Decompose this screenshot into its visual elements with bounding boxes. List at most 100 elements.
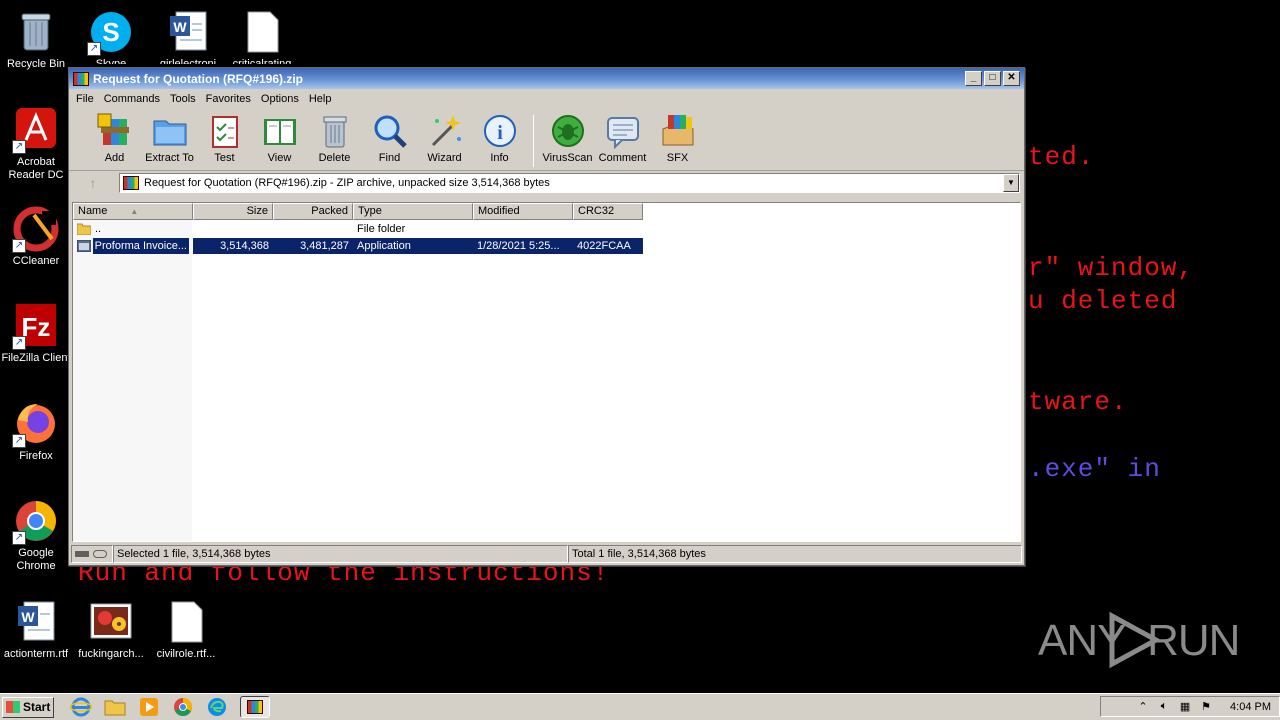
desktop-icon-girlelectroni[interactable]: W girlelectroni bbox=[150, 8, 226, 64]
table-row-parent[interactable]: .. File folder bbox=[73, 221, 643, 237]
network-icon[interactable]: ▦ bbox=[1178, 700, 1192, 714]
wizard-button[interactable]: Wizard bbox=[417, 113, 472, 164]
file-list[interactable]: Name ▲ Size Packed Type Modified CRC32 .… bbox=[72, 202, 1021, 542]
chrome-taskbar-icon[interactable] bbox=[172, 696, 194, 718]
desktop-icon-label: criticalrating bbox=[232, 58, 292, 64]
winrar-icon bbox=[73, 71, 89, 86]
chevron-down-icon: ▼ bbox=[1007, 178, 1015, 187]
menu-help[interactable]: Help bbox=[304, 93, 337, 105]
anyrun-watermark: ANY RUN bbox=[1036, 610, 1240, 670]
desktop-icon-criticalrating[interactable]: criticalrating bbox=[224, 8, 300, 64]
table-row-selected[interactable]: Proforma Invoice... 3,514,368 3,481,287 … bbox=[73, 238, 643, 254]
desktop-icon-acrobat[interactable]: ↗ Acrobat Reader DC bbox=[0, 106, 74, 182]
desktop-icon-skype[interactable]: S ↗ Skype bbox=[73, 8, 149, 64]
cell-packed bbox=[273, 221, 353, 237]
comment-button[interactable]: Comment bbox=[595, 113, 650, 164]
menu-bar: File Commands Tools Favorites Options He… bbox=[69, 89, 1024, 109]
test-label: Test bbox=[214, 152, 235, 164]
delete-trash-icon bbox=[317, 113, 353, 149]
desktop-icon-label: girlelectroni bbox=[159, 58, 217, 64]
cell-size bbox=[193, 221, 273, 237]
winrar-archive-icon bbox=[123, 176, 139, 190]
volume-icon[interactable]: 🔈︎ bbox=[1157, 700, 1171, 714]
blank-file-icon bbox=[238, 8, 286, 56]
test-button[interactable]: Test bbox=[197, 113, 252, 164]
desktop-icon-filezilla[interactable]: Fz ↗ FileZilla Client bbox=[0, 302, 74, 365]
winrar-taskbar-button[interactable] bbox=[240, 696, 270, 718]
shortcut-arrow-icon: ↗ bbox=[12, 434, 26, 448]
add-label: Add bbox=[104, 152, 125, 164]
winrar-icon bbox=[247, 700, 263, 714]
menu-favorites[interactable]: Favorites bbox=[201, 93, 256, 105]
start-button[interactable]: Start bbox=[2, 696, 54, 718]
clock[interactable]: 4:04 PM bbox=[1230, 701, 1271, 713]
cell-name-text: .. bbox=[95, 223, 102, 235]
desktop-icon-chrome[interactable]: ↗ Google Chrome bbox=[0, 497, 74, 573]
extract-to-button[interactable]: Extract To bbox=[142, 113, 197, 164]
tray-expand-icon[interactable]: ⌃ bbox=[1136, 700, 1150, 714]
column-name-label: Name bbox=[78, 205, 108, 217]
test-checklist-icon bbox=[207, 113, 243, 149]
word-document-icon: W bbox=[12, 598, 60, 646]
delete-button[interactable]: Delete bbox=[307, 113, 362, 164]
menu-options[interactable]: Options bbox=[256, 93, 304, 105]
extract-folder-icon bbox=[152, 113, 188, 149]
shortcut-arrow-icon: ↗ bbox=[12, 336, 26, 350]
filezilla-icon: Fz ↗ bbox=[12, 302, 60, 350]
menu-file[interactable]: File bbox=[71, 93, 99, 105]
info-button[interactable]: i Info bbox=[472, 113, 527, 164]
path-dropdown-button[interactable]: ▼ bbox=[1003, 174, 1019, 192]
svg-text:i: i bbox=[497, 122, 503, 144]
desktop-icon-civilrole[interactable]: civilrole.rtf... bbox=[148, 598, 224, 661]
desktop-icon-label: Skype bbox=[95, 58, 127, 64]
column-header-packed[interactable]: Packed bbox=[273, 203, 353, 220]
watermark-text: ANY RUN bbox=[1038, 616, 1240, 665]
cell-modified bbox=[473, 221, 573, 237]
media-player-icon[interactable] bbox=[138, 696, 160, 718]
cell-name: .. bbox=[73, 221, 193, 237]
winrar-window[interactable]: Request for Quotation (RFQ#196).zip _ □ … bbox=[68, 67, 1025, 566]
word-document-icon: W bbox=[164, 8, 212, 56]
ie-icon[interactable] bbox=[69, 696, 93, 718]
menu-tools[interactable]: Tools bbox=[165, 93, 201, 105]
application-icon bbox=[77, 240, 91, 252]
desktop-icon-recycle-bin[interactable]: Recycle Bin bbox=[0, 8, 74, 71]
minimize-button[interactable]: _ bbox=[965, 71, 982, 86]
add-button[interactable]: Add bbox=[87, 113, 142, 164]
desktop-icon-actionterm[interactable]: W actionterm.rtf bbox=[0, 598, 74, 661]
image-file-icon bbox=[87, 598, 135, 646]
explorer-icon[interactable] bbox=[104, 696, 126, 718]
arrow-up-icon: ↑ bbox=[89, 175, 97, 191]
flag-icon[interactable]: ⚑ bbox=[1199, 700, 1213, 714]
close-button[interactable]: ✕ bbox=[1003, 71, 1020, 86]
column-header-type[interactable]: Type bbox=[353, 203, 473, 220]
virusscan-button[interactable]: VirusScan bbox=[540, 113, 595, 164]
background-text-5: .exe" in bbox=[1028, 454, 1161, 484]
column-header-size[interactable]: Size bbox=[193, 203, 273, 220]
title-bar[interactable]: Request for Quotation (RFQ#196).zip _ □ … bbox=[69, 68, 1024, 89]
find-button[interactable]: Find bbox=[362, 113, 417, 164]
desktop-icon-label: Recycle Bin bbox=[6, 58, 66, 70]
recycle-bin-icon bbox=[12, 8, 60, 56]
menu-commands[interactable]: Commands bbox=[99, 93, 165, 105]
desktop-icon-firefox[interactable]: ↗ Firefox bbox=[0, 400, 74, 463]
up-one-level-button[interactable]: ↑ bbox=[73, 173, 113, 193]
wizard-label: Wizard bbox=[427, 152, 462, 164]
column-header-crc32[interactable]: CRC32 bbox=[573, 203, 643, 220]
list-header: Name ▲ Size Packed Type Modified CRC32 bbox=[73, 203, 643, 220]
shortcut-arrow-icon: ↗ bbox=[87, 42, 101, 56]
archive-path-field[interactable]: Request for Quotation (RFQ#196).zip - ZI… bbox=[119, 173, 1020, 193]
taskbar: Start ⌃ 🔈︎ ▦ ⚑ 4:04 PM bbox=[0, 693, 1280, 720]
desktop-icon-fuckingarch[interactable]: fuckingarch... bbox=[73, 598, 149, 661]
view-button[interactable]: View bbox=[252, 113, 307, 164]
cell-size: 3,514,368 bbox=[193, 238, 273, 254]
acrobat-icon: ↗ bbox=[12, 106, 60, 154]
maximize-button[interactable]: □ bbox=[984, 71, 1001, 86]
column-header-modified[interactable]: Modified bbox=[473, 203, 573, 220]
desktop-icon-ccleaner[interactable]: ↗ CCleaner bbox=[0, 205, 74, 268]
sfx-button[interactable]: SFX bbox=[650, 113, 705, 164]
edge-icon[interactable] bbox=[206, 696, 228, 718]
svg-text:S: S bbox=[102, 17, 119, 47]
column-header-name[interactable]: Name ▲ bbox=[73, 203, 193, 220]
drive-icon bbox=[75, 551, 89, 557]
